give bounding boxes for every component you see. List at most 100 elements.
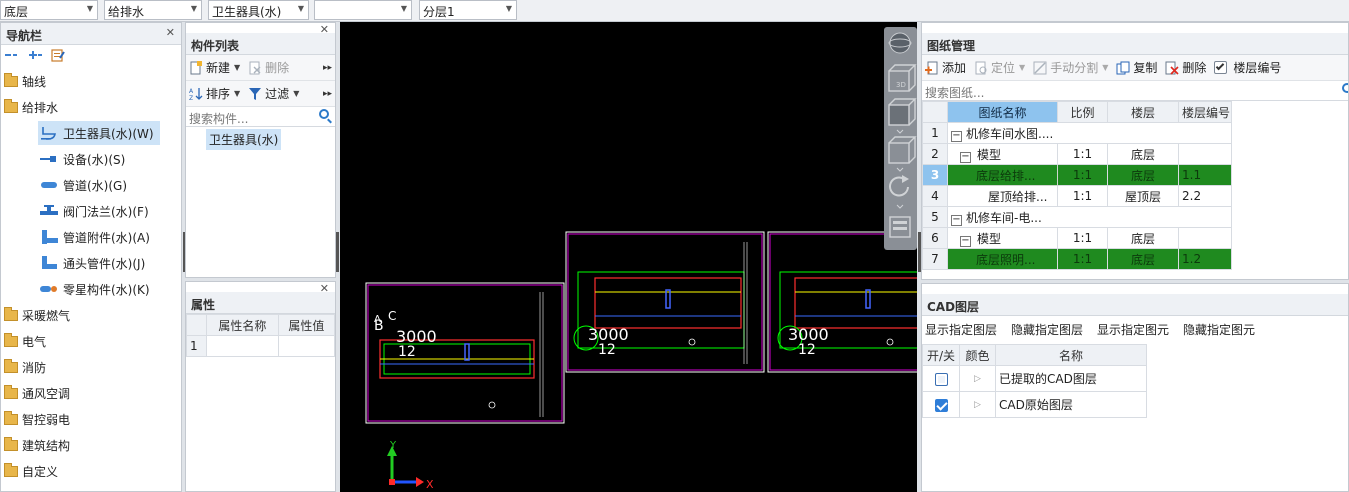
more-icon[interactable]: ▸▸ bbox=[323, 63, 332, 73]
drawing-floornum: 1.2 bbox=[1178, 248, 1232, 270]
split-icon bbox=[1033, 61, 1047, 75]
collapse-toggle-icon[interactable]: − bbox=[960, 151, 971, 163]
expand-arrow-icon[interactable]: ▷ bbox=[959, 365, 996, 392]
misc-component-icon bbox=[40, 283, 58, 295]
collapse-all-icon[interactable] bbox=[5, 48, 19, 62]
new-button[interactable]: 新建 ▼ bbox=[189, 59, 240, 76]
drawing-floor: 底层 bbox=[1107, 164, 1179, 186]
chevron-down-icon[interactable] bbox=[896, 204, 904, 209]
drawing-search[interactable]: 搜索图纸... bbox=[922, 81, 1348, 101]
nav-item-sanitary[interactable]: 卫生器具(水)(W) bbox=[38, 121, 160, 145]
locate-button[interactable]: 定位 ▼ bbox=[974, 59, 1025, 76]
drawing-row[interactable]: 4 屋顶给排... 1:1 屋顶层 2.2 bbox=[922, 185, 1232, 207]
nav-category-custom[interactable]: 自定义 bbox=[1, 459, 181, 483]
nav-item-pipe[interactable]: 管道(水)(G) bbox=[38, 173, 178, 197]
layer-name: CAD原始图层 bbox=[995, 391, 1147, 418]
rotate-icon[interactable] bbox=[889, 175, 909, 197]
drawing-col-floor[interactable]: 楼层 bbox=[1107, 101, 1179, 123]
expand-all-icon[interactable] bbox=[28, 48, 42, 62]
drawing-col-floornum[interactable]: 楼层编号 bbox=[1178, 101, 1232, 123]
drawing-row-highlighted[interactable]: 7 底层照明... 1:1 底层 1.2 bbox=[922, 248, 1232, 270]
nav-category-label: 自定义 bbox=[22, 464, 59, 479]
collapse-toggle-icon[interactable]: − bbox=[951, 214, 962, 226]
drawing-row[interactable]: 5 − 机修车间-电... bbox=[922, 206, 1232, 228]
show-layer-button[interactable]: 显示指定图层 bbox=[925, 321, 997, 338]
hide-element-button[interactable]: 隐藏指定图元 bbox=[1183, 321, 1255, 338]
manual-split-button[interactable]: 手动分割 ▼ bbox=[1033, 59, 1108, 76]
drawing-row-selected[interactable]: 3 底层给排... 1:1 底层 1.1 bbox=[922, 164, 1232, 186]
chevron-down-icon[interactable] bbox=[896, 167, 904, 172]
sublayer-select[interactable]: 分层1 ▼ bbox=[419, 0, 517, 20]
drawing-search-input[interactable]: 搜索图纸... bbox=[925, 86, 984, 100]
drawing-col-scale[interactable]: 比例 bbox=[1057, 101, 1108, 123]
hide-layer-button[interactable]: 隐藏指定图层 bbox=[1011, 321, 1083, 338]
component-select[interactable]: ▼ bbox=[314, 0, 412, 20]
drawing-col-name[interactable]: 图纸名称 bbox=[947, 101, 1058, 123]
cad-canvas[interactable]: 3000 12 B A C 3000 12 3000 12 Y X bbox=[340, 22, 917, 492]
properties-cell[interactable] bbox=[206, 335, 279, 357]
edit-icon[interactable] bbox=[51, 48, 65, 62]
axis-number-label: 12 bbox=[798, 342, 816, 358]
drawing-floornum: 2.2 bbox=[1178, 185, 1232, 207]
top-toolbar: 底层 ▼ 给排水 ▼ 卫生器具(水) ▼ ▼ 分层1 ▼ bbox=[0, 0, 1349, 22]
nav-category-water[interactable]: 给排水 bbox=[1, 95, 181, 119]
nav-category-heating[interactable]: 采暖燃气 bbox=[1, 303, 181, 327]
layer-toggle-checkbox[interactable] bbox=[934, 372, 948, 386]
view-box-icon[interactable] bbox=[888, 136, 917, 164]
layer-toggle-checkbox[interactable] bbox=[934, 398, 948, 412]
layer-row[interactable]: ▷ CAD原始图层 bbox=[922, 391, 1147, 418]
component-list-item[interactable]: 卫生器具(水) bbox=[206, 129, 282, 150]
view-3d-icon[interactable]: 3D bbox=[888, 64, 917, 92]
show-element-button[interactable]: 显示指定图元 bbox=[1097, 321, 1169, 338]
nav-category-electrical[interactable]: 电气 bbox=[1, 329, 181, 353]
component-search[interactable]: 搜索构件... bbox=[186, 107, 335, 127]
component-type-select[interactable]: 卫生器具(水) ▼ bbox=[208, 0, 309, 20]
chevron-down-icon[interactable] bbox=[896, 129, 904, 134]
drawing-row[interactable]: 2 − 模型 1:1 底层 bbox=[922, 143, 1232, 165]
drawing-scale: 1:1 bbox=[1057, 227, 1108, 249]
add-drawing-button[interactable]: 添加 bbox=[925, 59, 966, 76]
delete-drawing-button[interactable]: 删除 bbox=[1165, 59, 1206, 76]
nav-category-axis[interactable]: 轴线 bbox=[1, 69, 181, 93]
sort-button[interactable]: A Z 排序 ▼ bbox=[189, 85, 240, 102]
orbit-icon[interactable] bbox=[888, 32, 912, 54]
component-search-input[interactable]: 搜索构件... bbox=[189, 112, 248, 126]
expand-arrow-icon[interactable]: ▷ bbox=[959, 391, 996, 418]
close-icon[interactable]: ✕ bbox=[166, 26, 175, 39]
nav-category-hvac[interactable]: 通风空调 bbox=[1, 381, 181, 405]
floor-number-toggle[interactable]: 楼层编号 bbox=[1214, 59, 1281, 76]
nav-item-fitting[interactable]: 通头管件(水)(J) bbox=[38, 251, 178, 275]
close-icon[interactable]: ✕ bbox=[320, 282, 329, 295]
collapse-toggle-icon[interactable]: − bbox=[960, 235, 971, 247]
nav-category-fire[interactable]: 消防 bbox=[1, 355, 181, 379]
copy-drawing-button[interactable]: 复制 bbox=[1116, 59, 1157, 76]
search-icon[interactable] bbox=[1342, 83, 1348, 93]
cad-layers-table: 开/关 颜色 名称 ▷ 已提取的CAD图层 ▷ CAD原始图层 bbox=[922, 344, 1147, 418]
drawing-row[interactable]: 6 − 模型 1:1 底层 bbox=[922, 227, 1232, 249]
nav-item-equipment[interactable]: 设备(水)(S) bbox=[38, 147, 178, 171]
nav-item-valve[interactable]: 阀门法兰(水)(F) bbox=[38, 199, 178, 223]
floor-select[interactable]: 底层 ▼ bbox=[0, 0, 98, 20]
layout-icon[interactable] bbox=[889, 216, 911, 238]
nav-item-misc[interactable]: 零星构件(水)(K) bbox=[38, 277, 178, 301]
splitter-handle[interactable] bbox=[183, 232, 185, 272]
properties-cell[interactable] bbox=[277, 335, 335, 357]
splitter-handle[interactable] bbox=[336, 232, 339, 272]
folder-icon bbox=[4, 462, 18, 477]
close-icon[interactable]: ✕ bbox=[320, 23, 329, 36]
view-cube-icon[interactable] bbox=[888, 98, 917, 126]
delete-component-button[interactable]: 删除 bbox=[248, 59, 289, 76]
nav-item-pipe-accessory[interactable]: 管道附件(水)(A) bbox=[38, 225, 178, 249]
filter-button[interactable]: 过滤 ▼ bbox=[248, 85, 299, 102]
layer-row[interactable]: ▷ 已提取的CAD图层 bbox=[922, 365, 1147, 392]
properties-panel: 属性 ✕ 属性名称 属性值 1 bbox=[185, 281, 336, 492]
more-icon[interactable]: ▸▸ bbox=[323, 89, 332, 99]
drawing-row[interactable]: 1 − 机修车间水图.... bbox=[922, 122, 1232, 144]
collapse-toggle-icon[interactable]: − bbox=[951, 130, 962, 142]
floor-number-checkbox[interactable] bbox=[1214, 61, 1228, 74]
nav-category-structure[interactable]: 建筑结构 bbox=[1, 433, 181, 457]
properties-table: 属性名称 属性值 1 bbox=[186, 314, 335, 357]
nav-category-lowvoltage[interactable]: 智控弱电 bbox=[1, 407, 181, 431]
search-icon[interactable] bbox=[319, 109, 329, 119]
discipline-select[interactable]: 给排水 ▼ bbox=[104, 0, 202, 20]
